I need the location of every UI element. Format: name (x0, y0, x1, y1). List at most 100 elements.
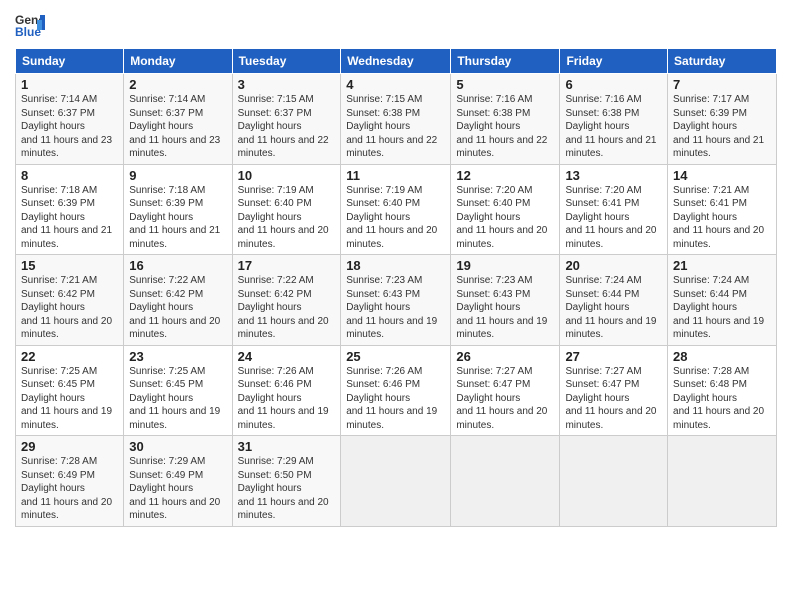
calendar-header-friday: Friday (560, 49, 668, 74)
day-info: Sunrise: 7:29 AMSunset: 6:49 PMDaylight … (129, 455, 226, 523)
day-number: 15 (21, 258, 118, 273)
calendar-cell-day-17: 17Sunrise: 7:22 AMSunset: 6:42 PMDayligh… (232, 255, 341, 346)
calendar-cell-day-14: 14Sunrise: 7:21 AMSunset: 6:41 PMDayligh… (668, 164, 777, 255)
calendar-cell-day-19: 19Sunrise: 7:23 AMSunset: 6:43 PMDayligh… (451, 255, 560, 346)
day-info: Sunrise: 7:21 AMSunset: 6:41 PMDaylight … (673, 184, 771, 252)
calendar-header-thursday: Thursday (451, 49, 560, 74)
calendar-week-4: 22Sunrise: 7:25 AMSunset: 6:45 PMDayligh… (16, 345, 777, 436)
day-info: Sunrise: 7:28 AMSunset: 6:49 PMDaylight … (21, 455, 118, 523)
calendar-cell-empty (668, 436, 777, 527)
calendar-cell-day-3: 3Sunrise: 7:15 AMSunset: 6:37 PMDaylight… (232, 74, 341, 165)
day-info: Sunrise: 7:26 AMSunset: 6:46 PMDaylight … (346, 365, 445, 433)
calendar-header-tuesday: Tuesday (232, 49, 341, 74)
calendar-cell-day-23: 23Sunrise: 7:25 AMSunset: 6:45 PMDayligh… (124, 345, 232, 436)
day-info: Sunrise: 7:15 AMSunset: 6:38 PMDaylight … (346, 93, 445, 161)
calendar-cell-day-31: 31Sunrise: 7:29 AMSunset: 6:50 PMDayligh… (232, 436, 341, 527)
calendar-cell-day-24: 24Sunrise: 7:26 AMSunset: 6:46 PMDayligh… (232, 345, 341, 436)
day-number: 30 (129, 439, 226, 454)
day-number: 2 (129, 77, 226, 92)
calendar-week-5: 29Sunrise: 7:28 AMSunset: 6:49 PMDayligh… (16, 436, 777, 527)
day-number: 13 (565, 168, 662, 183)
calendar-header-sunday: Sunday (16, 49, 124, 74)
calendar-cell-day-26: 26Sunrise: 7:27 AMSunset: 6:47 PMDayligh… (451, 345, 560, 436)
calendar-cell-empty (341, 436, 451, 527)
calendar-cell-day-7: 7Sunrise: 7:17 AMSunset: 6:39 PMDaylight… (668, 74, 777, 165)
calendar-cell-day-10: 10Sunrise: 7:19 AMSunset: 6:40 PMDayligh… (232, 164, 341, 255)
day-number: 21 (673, 258, 771, 273)
calendar-cell-day-20: 20Sunrise: 7:24 AMSunset: 6:44 PMDayligh… (560, 255, 668, 346)
day-number: 18 (346, 258, 445, 273)
calendar-week-2: 8Sunrise: 7:18 AMSunset: 6:39 PMDaylight… (16, 164, 777, 255)
calendar-cell-empty (451, 436, 560, 527)
day-info: Sunrise: 7:25 AMSunset: 6:45 PMDaylight … (21, 365, 118, 433)
day-info: Sunrise: 7:29 AMSunset: 6:50 PMDaylight … (238, 455, 336, 523)
day-number: 19 (456, 258, 554, 273)
calendar-cell-day-4: 4Sunrise: 7:15 AMSunset: 6:38 PMDaylight… (341, 74, 451, 165)
day-number: 5 (456, 77, 554, 92)
day-info: Sunrise: 7:28 AMSunset: 6:48 PMDaylight … (673, 365, 771, 433)
day-number: 4 (346, 77, 445, 92)
day-info: Sunrise: 7:18 AMSunset: 6:39 PMDaylight … (129, 184, 226, 252)
calendar-cell-day-27: 27Sunrise: 7:27 AMSunset: 6:47 PMDayligh… (560, 345, 668, 436)
day-number: 1 (21, 77, 118, 92)
day-number: 28 (673, 349, 771, 364)
calendar-cell-day-29: 29Sunrise: 7:28 AMSunset: 6:49 PMDayligh… (16, 436, 124, 527)
day-number: 20 (565, 258, 662, 273)
calendar-cell-day-6: 6Sunrise: 7:16 AMSunset: 6:38 PMDaylight… (560, 74, 668, 165)
calendar-header-monday: Monday (124, 49, 232, 74)
day-info: Sunrise: 7:20 AMSunset: 6:41 PMDaylight … (565, 184, 662, 252)
day-info: Sunrise: 7:26 AMSunset: 6:46 PMDaylight … (238, 365, 336, 433)
calendar-cell-day-30: 30Sunrise: 7:29 AMSunset: 6:49 PMDayligh… (124, 436, 232, 527)
day-info: Sunrise: 7:14 AMSunset: 6:37 PMDaylight … (129, 93, 226, 161)
logo: General Blue (15, 10, 45, 40)
day-info: Sunrise: 7:27 AMSunset: 6:47 PMDaylight … (456, 365, 554, 433)
calendar-cell-day-28: 28Sunrise: 7:28 AMSunset: 6:48 PMDayligh… (668, 345, 777, 436)
day-number: 9 (129, 168, 226, 183)
day-info: Sunrise: 7:27 AMSunset: 6:47 PMDaylight … (565, 365, 662, 433)
day-number: 12 (456, 168, 554, 183)
page-header: General Blue (15, 10, 777, 40)
day-info: Sunrise: 7:17 AMSunset: 6:39 PMDaylight … (673, 93, 771, 161)
day-info: Sunrise: 7:25 AMSunset: 6:45 PMDaylight … (129, 365, 226, 433)
day-info: Sunrise: 7:19 AMSunset: 6:40 PMDaylight … (238, 184, 336, 252)
calendar-table: SundayMondayTuesdayWednesdayThursdayFrid… (15, 48, 777, 527)
calendar-header-row: SundayMondayTuesdayWednesdayThursdayFrid… (16, 49, 777, 74)
calendar-header-wednesday: Wednesday (341, 49, 451, 74)
day-info: Sunrise: 7:23 AMSunset: 6:43 PMDaylight … (456, 274, 554, 342)
day-number: 14 (673, 168, 771, 183)
calendar-cell-empty (560, 436, 668, 527)
calendar-week-3: 15Sunrise: 7:21 AMSunset: 6:42 PMDayligh… (16, 255, 777, 346)
day-info: Sunrise: 7:19 AMSunset: 6:40 PMDaylight … (346, 184, 445, 252)
day-info: Sunrise: 7:14 AMSunset: 6:37 PMDaylight … (21, 93, 118, 161)
day-number: 6 (565, 77, 662, 92)
calendar-cell-day-2: 2Sunrise: 7:14 AMSunset: 6:37 PMDaylight… (124, 74, 232, 165)
calendar-cell-day-21: 21Sunrise: 7:24 AMSunset: 6:44 PMDayligh… (668, 255, 777, 346)
day-info: Sunrise: 7:22 AMSunset: 6:42 PMDaylight … (129, 274, 226, 342)
calendar-cell-day-1: 1Sunrise: 7:14 AMSunset: 6:37 PMDaylight… (16, 74, 124, 165)
calendar-cell-day-15: 15Sunrise: 7:21 AMSunset: 6:42 PMDayligh… (16, 255, 124, 346)
day-info: Sunrise: 7:22 AMSunset: 6:42 PMDaylight … (238, 274, 336, 342)
calendar-cell-day-25: 25Sunrise: 7:26 AMSunset: 6:46 PMDayligh… (341, 345, 451, 436)
day-number: 16 (129, 258, 226, 273)
day-number: 17 (238, 258, 336, 273)
day-info: Sunrise: 7:24 AMSunset: 6:44 PMDaylight … (673, 274, 771, 342)
calendar-cell-day-9: 9Sunrise: 7:18 AMSunset: 6:39 PMDaylight… (124, 164, 232, 255)
day-number: 29 (21, 439, 118, 454)
calendar-cell-day-13: 13Sunrise: 7:20 AMSunset: 6:41 PMDayligh… (560, 164, 668, 255)
day-number: 31 (238, 439, 336, 454)
calendar-week-1: 1Sunrise: 7:14 AMSunset: 6:37 PMDaylight… (16, 74, 777, 165)
day-number: 26 (456, 349, 554, 364)
day-info: Sunrise: 7:16 AMSunset: 6:38 PMDaylight … (456, 93, 554, 161)
calendar-cell-day-22: 22Sunrise: 7:25 AMSunset: 6:45 PMDayligh… (16, 345, 124, 436)
logo-icon: General Blue (15, 10, 45, 40)
day-number: 10 (238, 168, 336, 183)
day-number: 11 (346, 168, 445, 183)
day-number: 22 (21, 349, 118, 364)
calendar-cell-day-16: 16Sunrise: 7:22 AMSunset: 6:42 PMDayligh… (124, 255, 232, 346)
day-info: Sunrise: 7:18 AMSunset: 6:39 PMDaylight … (21, 184, 118, 252)
page-container: General Blue SundayMondayTuesdayWednesda… (0, 0, 792, 537)
day-number: 24 (238, 349, 336, 364)
day-number: 25 (346, 349, 445, 364)
day-number: 23 (129, 349, 226, 364)
day-number: 27 (565, 349, 662, 364)
